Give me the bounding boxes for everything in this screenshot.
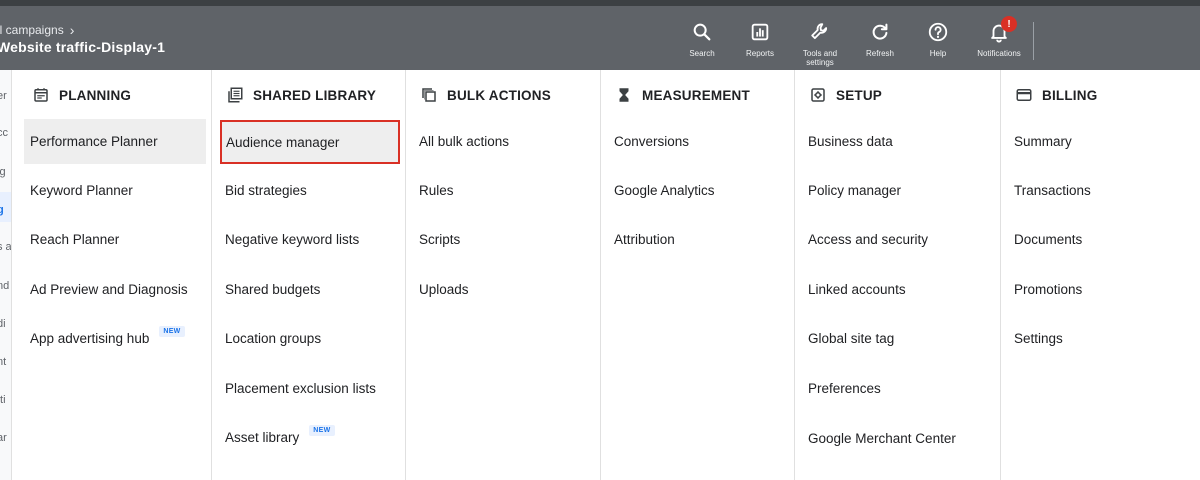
shared-library-title: SHARED LIBRARY xyxy=(253,87,377,103)
setup-title: SETUP xyxy=(836,87,883,103)
bulk-actions-title: BULK ACTIONS xyxy=(447,87,551,103)
menu-item-conversions[interactable]: Conversions xyxy=(608,119,689,164)
chevron-right-icon: › xyxy=(69,22,75,38)
menu-item-preferences[interactable]: Preferences xyxy=(802,366,881,411)
menu-item-documents[interactable]: Documents xyxy=(1008,217,1082,262)
menu-item-transactions[interactable]: Transactions xyxy=(1008,168,1091,213)
menu-item-linked-accounts[interactable]: Linked accounts xyxy=(802,267,906,312)
left-nav-item[interactable]: di xyxy=(0,318,6,330)
search-label: Search xyxy=(689,49,715,58)
app-header: ll campaigns › Website traffic-Display-1… xyxy=(0,6,1200,70)
menu-item-settings[interactable]: Settings xyxy=(1008,316,1063,361)
menu-item-performance-planner[interactable]: Performance Planner xyxy=(24,119,206,164)
menu-item-summary[interactable]: Summary xyxy=(1008,119,1072,164)
new-badge: NEW xyxy=(309,425,335,436)
reports-icon xyxy=(751,23,769,41)
menu-item-reach-planner[interactable]: Reach Planner xyxy=(24,217,119,262)
menu-item-bid-strategies[interactable]: Bid strategies xyxy=(219,168,307,213)
left-nav-item[interactable]: nd xyxy=(0,280,9,292)
menu-item-google-analytics[interactable]: Google Analytics xyxy=(608,168,715,213)
planning-column: PLANNING Performance Planner Keyword Pla… xyxy=(12,70,212,480)
help-icon xyxy=(928,22,948,42)
refresh-icon xyxy=(872,23,888,40)
tools-menu: PLANNING Performance Planner Keyword Pla… xyxy=(12,70,1200,480)
menu-item-business-data[interactable]: Business data xyxy=(802,119,893,164)
left-nav-rail: er cc ig g s a nd di nt tti ar xyxy=(0,70,12,480)
left-nav-item[interactable]: ar xyxy=(0,432,7,444)
planning-heading: PLANNING xyxy=(32,86,131,104)
breadcrumb[interactable]: ll campaigns › xyxy=(0,22,74,38)
left-nav-item[interactable]: er xyxy=(0,90,7,102)
refresh-label: Refresh xyxy=(865,49,894,58)
setup-heading: SETUP xyxy=(809,86,882,104)
reports-label: Reports xyxy=(745,49,774,58)
notifications-label: Notifications xyxy=(977,49,1021,58)
left-nav-item[interactable]: cc xyxy=(0,127,8,139)
left-nav-item[interactable]: nt xyxy=(0,356,6,368)
breadcrumb-label[interactable]: ll campaigns xyxy=(0,23,64,37)
setup-icon xyxy=(811,88,825,102)
menu-item-asset-library[interactable]: Asset library NEW xyxy=(219,415,335,460)
menu-item-negative-keyword-lists[interactable]: Negative keyword lists xyxy=(219,217,359,262)
left-nav-item[interactable]: s a xyxy=(0,241,11,253)
menu-item-location-groups[interactable]: Location groups xyxy=(219,316,321,361)
menu-item-placement-exclusion-lists[interactable]: Placement exclusion lists xyxy=(219,366,376,411)
menu-item-all-bulk-actions[interactable]: All bulk actions xyxy=(413,119,509,164)
measurement-heading: MEASUREMENT xyxy=(615,86,750,104)
menu-item-scripts[interactable]: Scripts xyxy=(413,217,460,262)
menu-item-attribution[interactable]: Attribution xyxy=(608,217,675,262)
bulk-actions-heading: BULK ACTIONS xyxy=(420,86,551,104)
library-icon xyxy=(228,87,243,103)
menu-item-rules[interactable]: Rules xyxy=(413,168,454,213)
tools-label: Tools and settings xyxy=(802,49,838,67)
tools-and-settings-button[interactable]: Tools and settings xyxy=(796,16,844,68)
menu-item-keyword-planner[interactable]: Keyword Planner xyxy=(24,168,133,213)
reports-button[interactable]: Reports xyxy=(738,16,782,68)
header-divider xyxy=(1033,22,1034,60)
menu-item-promotions[interactable]: Promotions xyxy=(1008,267,1082,312)
help-label: Help xyxy=(929,49,947,58)
billing-heading: BILLING xyxy=(1015,86,1097,104)
menu-item-shared-budgets[interactable]: Shared budgets xyxy=(219,267,320,312)
menu-item-policy-manager[interactable]: Policy manager xyxy=(802,168,901,213)
menu-item-access-and-security[interactable]: Access and security xyxy=(802,217,928,262)
setup-column: SETUP Business data Policy manager Acces… xyxy=(795,70,1001,480)
left-nav-item[interactable]: tti xyxy=(0,394,6,406)
planning-title: PLANNING xyxy=(59,87,132,103)
search-button[interactable]: Search xyxy=(680,16,724,68)
hourglass-icon xyxy=(619,88,629,102)
left-nav-item[interactable]: g xyxy=(0,204,4,216)
measurement-title: MEASUREMENT xyxy=(642,87,750,103)
billing-title: BILLING xyxy=(1042,87,1098,103)
bulk-actions-column: BULK ACTIONS All bulk actions Rules Scri… xyxy=(406,70,601,480)
left-nav-item[interactable]: ig xyxy=(0,166,6,178)
new-badge: NEW xyxy=(159,326,185,337)
calendar-icon xyxy=(34,88,48,102)
campaign-title: Website traffic-Display-1 xyxy=(0,39,166,55)
card-icon xyxy=(1016,89,1032,101)
menu-item-uploads[interactable]: Uploads xyxy=(413,267,469,312)
menu-item-label: Asset library xyxy=(225,430,300,445)
toolbar: Search Reports Tools and settings Refres… xyxy=(680,16,1038,68)
shared-library-heading: SHARED LIBRARY xyxy=(226,86,376,104)
copy-icon xyxy=(422,88,436,102)
menu-item-ad-preview[interactable]: Ad Preview and Diagnosis xyxy=(24,267,188,312)
refresh-button[interactable]: Refresh xyxy=(858,16,902,68)
shared-library-column: SHARED LIBRARY Audience manager Bid stra… xyxy=(212,70,406,480)
billing-column: BILLING Summary Transactions Documents P… xyxy=(1001,70,1200,480)
search-icon xyxy=(693,23,711,41)
notifications-button[interactable]: ! Notifications xyxy=(974,16,1024,68)
wrench-icon xyxy=(811,23,828,40)
menu-item-audience-manager[interactable]: Audience manager xyxy=(220,120,400,164)
menu-item-google-merchant-center[interactable]: Google Merchant Center xyxy=(802,416,956,461)
menu-item-label: App advertising hub xyxy=(30,331,150,346)
menu-item-global-site-tag[interactable]: Global site tag xyxy=(802,316,894,361)
menu-item-app-advertising-hub[interactable]: App advertising hub NEW xyxy=(24,316,185,361)
notification-badge: ! xyxy=(1001,16,1017,32)
help-button[interactable]: Help xyxy=(916,16,960,68)
measurement-column: MEASUREMENT Conversions Google Analytics… xyxy=(601,70,795,480)
